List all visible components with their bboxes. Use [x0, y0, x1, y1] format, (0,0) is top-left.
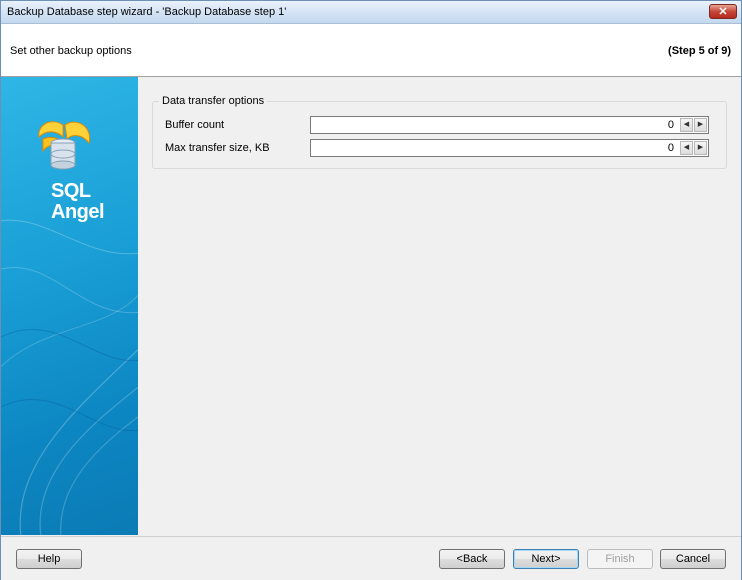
wizard-content: Data transfer options Buffer count 0 ◀ ▶… [139, 77, 741, 535]
help-button[interactable]: Help [16, 549, 82, 569]
wizard-sidebar-banner: SQL Angel [1, 77, 138, 535]
buffer-count-spinedit[interactable]: 0 ◀ ▶ [310, 116, 709, 134]
group-legend: Data transfer options [159, 95, 268, 107]
arrow-right-icon: ▶ [697, 121, 704, 128]
step-counter: (Step 5 of 9) [668, 45, 731, 57]
sql-angel-logo-text: SQL Angel [51, 181, 131, 223]
sql-angel-logo-icon [38, 121, 91, 170]
wizard-footer: Help <Back Next> Finish Cancel [1, 536, 741, 580]
window-title: Backup Database step wizard - 'Backup Da… [7, 6, 287, 18]
wizard-window: Backup Database step wizard - 'Backup Da… [0, 0, 742, 580]
back-button[interactable]: <Back [439, 549, 505, 569]
step-description: Set other backup options [10, 45, 132, 57]
wizard-header: Set other backup options (Step 5 of 9) [1, 24, 741, 77]
data-transfer-options-group: Data transfer options Buffer count 0 ◀ ▶… [152, 95, 727, 169]
max-transfer-size-increment-button[interactable]: ▶ [694, 141, 707, 155]
arrow-left-icon: ◀ [683, 144, 690, 151]
cancel-button[interactable]: Cancel [660, 549, 726, 569]
title-bar[interactable]: Backup Database step wizard - 'Backup Da… [1, 1, 741, 24]
close-icon: ✕ [718, 6, 728, 18]
logo-line-2: Angel [51, 201, 105, 223]
max-transfer-size-label: Max transfer size, KB [165, 142, 270, 154]
buffer-count-decrement-button[interactable]: ◀ [680, 118, 693, 132]
arrow-right-icon: ▶ [697, 144, 704, 151]
finish-button[interactable]: Finish [587, 549, 653, 569]
buffer-count-label: Buffer count [165, 119, 225, 131]
buffer-count-increment-button[interactable]: ▶ [694, 118, 707, 132]
buffer-count-value: 0 [667, 119, 674, 131]
logo-line-1: SQL [51, 180, 91, 202]
close-button[interactable]: ✕ [709, 4, 737, 19]
max-transfer-size-spinedit[interactable]: 0 ◀ ▶ [310, 139, 709, 157]
next-button[interactable]: Next> [513, 549, 579, 569]
arrow-left-icon: ◀ [683, 121, 690, 128]
max-transfer-size-value: 0 [667, 142, 674, 154]
max-transfer-size-decrement-button[interactable]: ◀ [680, 141, 693, 155]
